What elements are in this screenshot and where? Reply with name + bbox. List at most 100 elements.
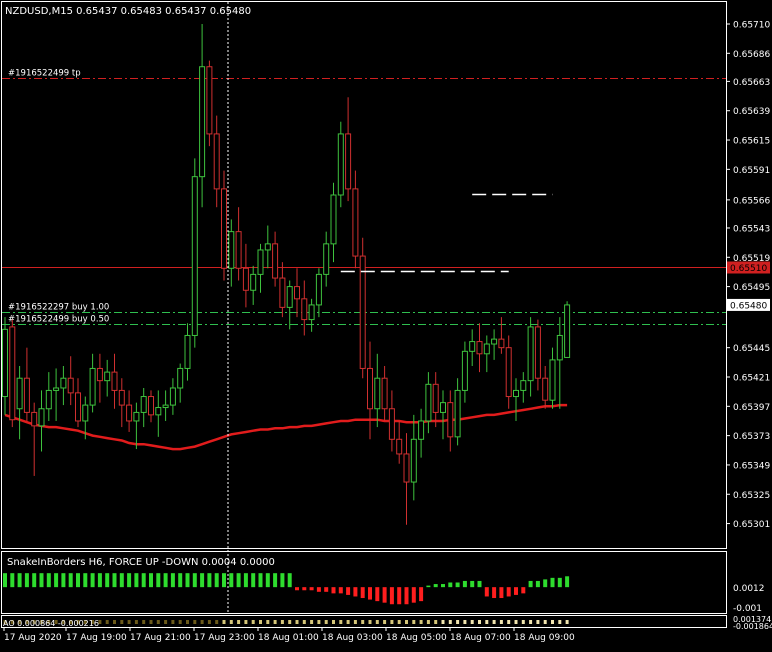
bull-candle[interactable] [513,378,519,421]
bull-candle[interactable] [199,23,206,208]
candle-body [308,304,315,321]
bull-candle[interactable] [337,121,344,208]
bull-candle[interactable] [16,366,23,440]
bull-candle[interactable] [177,363,184,403]
bear-candle[interactable] [476,323,483,373]
bull-candle[interactable] [461,341,468,403]
bear-candle[interactable] [242,243,249,308]
bear-candle[interactable] [498,317,505,354]
price-tick-label: 0.65710 [733,20,770,30]
bear-candle[interactable] [126,390,133,432]
bear-candle[interactable] [235,207,242,281]
candle-body [38,408,45,427]
time-tick-label: 18 Aug 03:00 [322,633,383,643]
candle-body [89,367,96,406]
candle-body [228,231,235,269]
bull-candle[interactable] [162,390,169,421]
bear-candle[interactable] [96,353,103,403]
candle-body [82,404,89,422]
bull-candle[interactable] [155,390,162,437]
bear-candle[interactable] [31,402,38,476]
bull-candle[interactable] [330,182,337,263]
bear-candle[interactable] [294,268,300,318]
bull-candle[interactable] [104,359,111,397]
bull-candle[interactable] [228,219,235,287]
time-tick-label: 18 Aug 01:00 [258,633,319,643]
bull-candle[interactable] [133,402,140,450]
bear-candle[interactable] [345,97,352,202]
bear-candle[interactable] [403,433,410,525]
candle-body [235,231,242,269]
ind1-tick-bottom: -0.001 [733,604,762,614]
bull-candle[interactable] [2,317,8,415]
bull-candle[interactable] [425,372,432,434]
bull-candle[interactable] [410,414,417,501]
bull-candle[interactable] [45,372,52,421]
bull-candle[interactable] [491,329,498,360]
bear-candle[interactable] [206,60,213,147]
bull-candle[interactable] [191,158,198,348]
terminal-chart-window[interactable]: #1916522499 tp 0.65510 #1916522297 buy 1.0… [0,0,772,648]
bear-candle[interactable] [534,319,541,391]
bear-candle[interactable] [505,335,512,409]
bull-candle[interactable] [374,353,381,428]
candle-body [221,188,227,269]
candle-body [352,188,359,257]
candle-body [491,338,498,345]
time-tick-label: 17 Aug 19:00 [66,633,127,643]
bear-candle[interactable] [542,366,549,409]
chart-canvas[interactable]: #1916522499 tp 0.65510 #1916522297 buy 1.0… [0,0,772,648]
bear-candle[interactable] [352,170,359,269]
bull-candle[interactable] [564,301,571,358]
bull-candle[interactable] [315,268,322,318]
bull-candle[interactable] [257,243,264,293]
ao-label: AO 0.000864 -0.000216 [3,619,99,628]
bull-candle[interactable] [527,317,534,397]
bull-candle[interactable] [89,353,96,413]
bear-candle[interactable] [23,347,30,421]
bear-candle[interactable] [388,390,395,452]
bull-candle[interactable] [264,225,271,269]
bear-candle[interactable] [118,378,125,428]
bear-candle[interactable] [381,366,388,421]
bear-candle[interactable] [75,378,81,428]
bull-candle[interactable] [323,231,330,287]
bear-candle[interactable] [221,170,227,281]
bear-candle[interactable] [447,390,454,452]
bull-candle[interactable] [469,329,476,366]
bear-candle[interactable] [111,353,118,409]
bull-candle[interactable] [440,390,446,440]
bull-candle[interactable] [60,366,67,406]
bull-candle[interactable] [549,347,556,409]
bear-candle[interactable] [9,319,16,428]
price-tick-label: 0.65686 [733,50,770,60]
bear-candle[interactable] [367,341,373,440]
bull-candle[interactable] [184,323,191,381]
bear-candle[interactable] [272,231,279,287]
candle-body [359,255,366,369]
candle-body [418,420,425,440]
bull-candle[interactable] [250,265,257,305]
bull-candle[interactable] [454,378,461,446]
bull-candle[interactable] [556,317,563,409]
price-tick-label: 0.65445 [733,344,770,354]
bull-candle[interactable] [38,390,45,452]
bull-candle[interactable] [169,378,176,415]
bull-candle[interactable] [286,280,293,330]
bull-candle[interactable] [520,372,527,403]
bear-candle[interactable] [396,420,403,464]
bull-candle[interactable] [483,335,490,373]
bear-candle[interactable] [148,390,154,423]
bear-candle[interactable] [359,237,366,379]
current-price-tag-text: 0.65480 [730,301,767,311]
bear-candle[interactable] [432,372,439,428]
bull-candle[interactable] [140,387,147,428]
price-tick-label: 0.65421 [733,373,770,383]
bear-candle[interactable] [279,262,286,318]
bull-candle[interactable] [308,298,315,332]
bear-candle[interactable] [213,115,220,208]
bull-candle[interactable] [418,408,425,458]
bull-candle[interactable] [53,368,60,421]
bear-candle[interactable] [301,280,308,336]
bear-candle[interactable] [67,356,74,406]
